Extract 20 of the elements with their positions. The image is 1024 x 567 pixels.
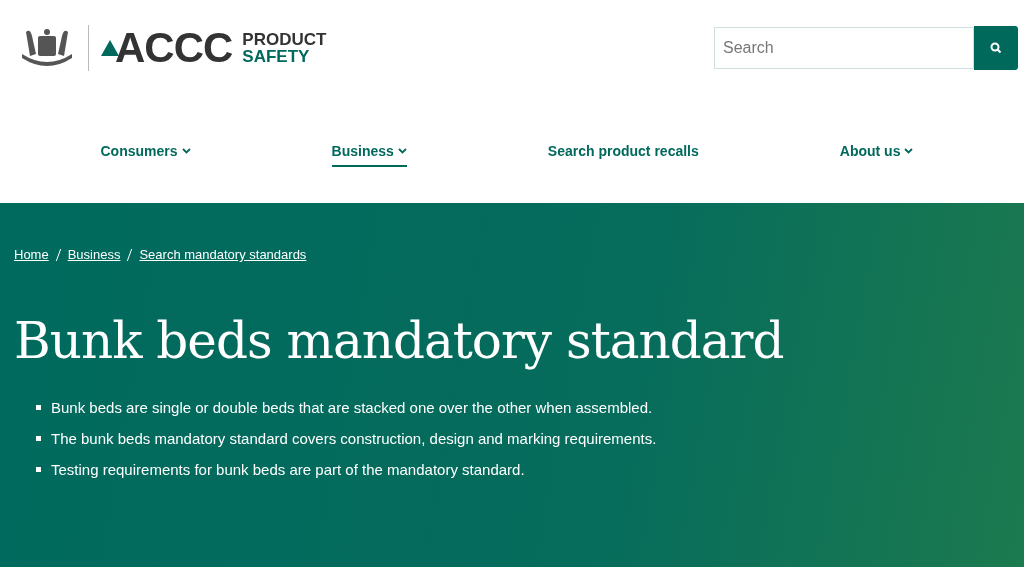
nav-link[interactable]: Business xyxy=(331,136,407,167)
search-field[interactable]: Search xyxy=(714,27,974,69)
breadcrumb-link[interactable]: Business xyxy=(67,247,121,262)
bullet-icon xyxy=(36,436,41,441)
breadcrumb-link[interactable]: Home xyxy=(14,247,49,262)
bullet-text: The bunk beds mandatory standard covers construction, design and marking requirements. xyxy=(51,429,657,449)
logo-wordmark: ACCC xyxy=(115,27,233,69)
page-title: Bunk beds mandatory standard xyxy=(14,312,785,370)
bullet-text: Testing requirements for bunk beds are part of the mandatory standard. xyxy=(51,460,525,480)
breadcrumb-link[interactable]: Search mandatory standards xyxy=(139,247,307,262)
search-button[interactable] xyxy=(974,26,1018,70)
logo-text: SAFETY xyxy=(242,48,311,65)
bullet-icon xyxy=(36,467,41,472)
bullet-text: Bunk beds are single or double beds that are stacked one over the other when assembled. xyxy=(51,398,653,418)
nav-link[interactable]: About us xyxy=(839,136,914,167)
bullet-icon xyxy=(36,405,41,410)
nav-link[interactable]: Consumers xyxy=(100,136,191,167)
nav-link[interactable]: Search product recalls xyxy=(547,136,699,167)
search-icon xyxy=(990,42,1002,54)
logo-text: PRODUCT xyxy=(242,31,327,48)
